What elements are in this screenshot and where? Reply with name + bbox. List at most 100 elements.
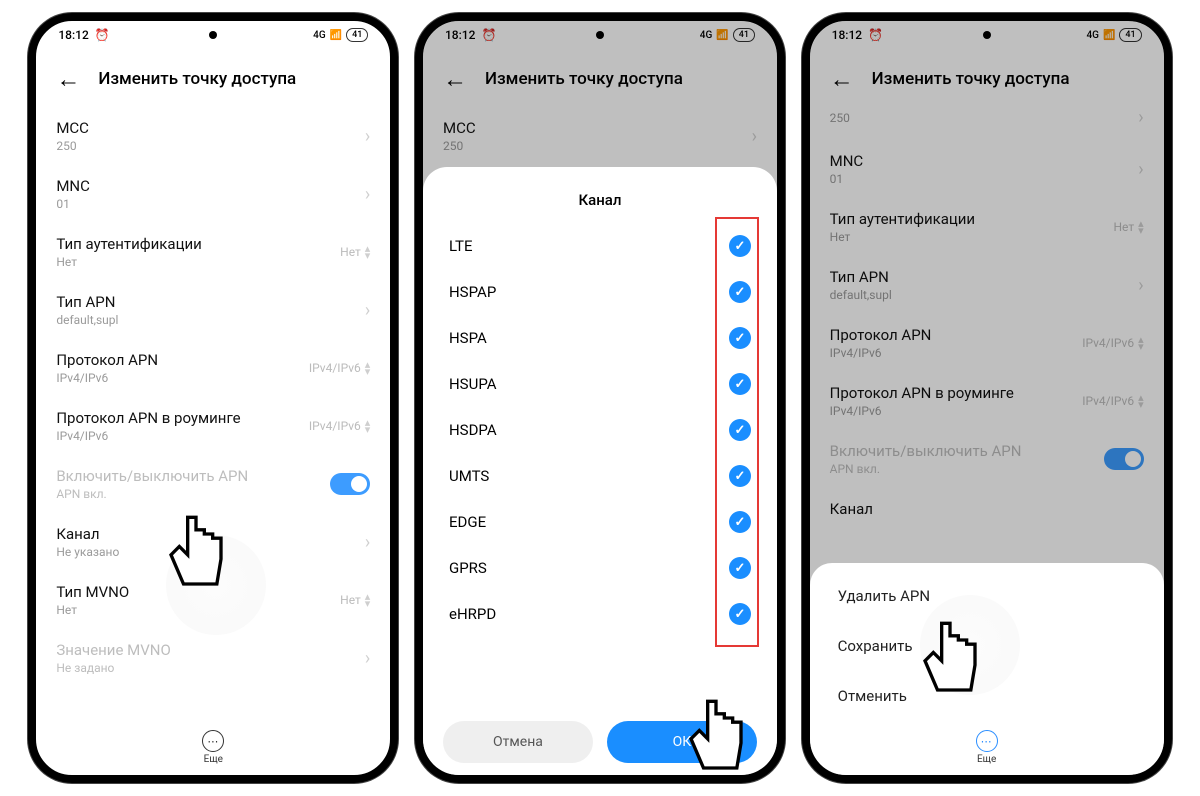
- label: MCC: [56, 119, 89, 137]
- menu-delete-apn[interactable]: Удалить APN: [810, 571, 1164, 621]
- label: Включить/выключить APN: [830, 442, 1022, 460]
- chevron-right-icon: ›: [752, 126, 757, 147]
- row-mnc[interactable]: MNC 01 ›: [56, 165, 370, 223]
- label: MNC: [56, 177, 90, 195]
- page-title: Изменить точку доступа: [872, 69, 1070, 89]
- row-auth-type[interactable]: Тип аутентификации Нет Нет ▴▾: [56, 223, 370, 281]
- row-bearer-cut: Канал: [830, 488, 1144, 530]
- updown-icon: ▴▾: [1138, 220, 1144, 234]
- option-list: LTE✓HSPAP✓HSPA✓HSUPA✓HSDPA✓UMTS✓EDGE✓GPR…: [423, 223, 777, 637]
- status-time: 18:12: [58, 28, 88, 42]
- alarm-icon: ⏰: [868, 28, 883, 42]
- option-edge[interactable]: EDGE✓: [423, 499, 777, 545]
- row-bearer[interactable]: Канал Не указано ›: [56, 513, 370, 571]
- signal-icon: 4G: [313, 30, 326, 41]
- value: Нет: [56, 603, 129, 617]
- value: APN вкл.: [830, 462, 1022, 476]
- value: IPv4/IPv6: [56, 429, 240, 443]
- page-header: ← Изменить точку доступа: [423, 49, 777, 105]
- row-apn-type: Тип APN default,supl ›: [830, 256, 1144, 314]
- option-hspap[interactable]: HSPAP ✓: [423, 269, 777, 315]
- value-right: IPv4/IPv6: [1082, 394, 1134, 408]
- option-gprs[interactable]: GPRS✓: [423, 545, 777, 591]
- status-time: 18:12: [445, 28, 475, 42]
- alarm-icon: ⏰: [95, 28, 110, 42]
- value: Нет: [830, 230, 975, 244]
- option-hspa[interactable]: HSPA✓: [423, 315, 777, 361]
- cancel-button[interactable]: Отмена: [443, 721, 593, 763]
- value: IPv4/IPv6: [830, 404, 1014, 418]
- page-title: Изменить точку доступа: [98, 69, 296, 89]
- chevron-right-icon: ›: [365, 126, 370, 147]
- value: default,supl: [830, 288, 892, 302]
- value: Нет: [56, 255, 201, 269]
- row-apn-protocol-roaming[interactable]: Протокол APN в роуминге IPv4/IPv6 IPv4/I…: [56, 397, 370, 455]
- row-mvno-type[interactable]: Тип MVNO Нет Нет ▴▾: [56, 571, 370, 629]
- check-icon: ✓: [729, 373, 751, 395]
- row-apn-type[interactable]: Тип APN default,supl ›: [56, 281, 370, 339]
- label: Протокол APN: [56, 351, 158, 369]
- ok-button[interactable]: ОК: [607, 721, 757, 763]
- label: Тип MVNO: [56, 583, 129, 601]
- chevron-right-icon: ›: [1138, 159, 1143, 180]
- toggle-switch: [1104, 448, 1144, 470]
- bearer-dialog: Канал LTE✓HSPAP✓HSPA✓HSUPA✓HSDPA✓UMTS✓ED…: [423, 167, 777, 775]
- option-label: HSPAP: [449, 283, 496, 301]
- camera-notch: [209, 31, 217, 39]
- check-icon: ✓: [729, 235, 751, 257]
- check-icon: ✓: [729, 511, 751, 533]
- menu-cancel[interactable]: Отменить: [810, 671, 1164, 721]
- row-apn-protocol[interactable]: Протокол APN IPv4/IPv6 IPv4/IPv6 ▴▾: [56, 339, 370, 397]
- settings-list-bg: 250 › MNC 01 › Тип аутентификации Нет Не…: [810, 105, 1164, 530]
- back-icon[interactable]: ←: [830, 67, 854, 91]
- chevron-right-icon: ›: [1138, 107, 1143, 128]
- status-time: 18:12: [832, 28, 862, 42]
- updown-icon: ▴▾: [365, 245, 371, 259]
- value: 250: [56, 139, 89, 153]
- chevron-right-icon: ›: [365, 532, 370, 553]
- phone-1: 18:12 ⏰ 4G 📶 41 ← Изменить точку доступа…: [28, 13, 398, 783]
- updown-icon: ▴▾: [1138, 394, 1144, 408]
- back-icon[interactable]: ←: [443, 67, 467, 91]
- option-hsdpa[interactable]: HSDPA✓: [423, 407, 777, 453]
- back-icon[interactable]: ←: [56, 67, 80, 91]
- row-auth-type: Тип аутентификации Нет Нет ▴▾: [830, 198, 1144, 256]
- option-lte[interactable]: LTE✓: [423, 223, 777, 269]
- value: default,supl: [56, 313, 118, 327]
- signal-icon: 4G: [1086, 30, 1099, 41]
- check-icon: ✓: [729, 603, 751, 625]
- row-apn-toggle: Включить/выключить APN APN вкл.: [830, 430, 1144, 488]
- value-right: IPv4/IPv6: [309, 361, 361, 375]
- more-button[interactable]: ⋯ Еще: [976, 730, 998, 765]
- option-label: GPRS: [449, 559, 487, 577]
- label: Тип аутентификации: [56, 235, 201, 253]
- value: Не указано: [56, 545, 119, 559]
- updown-icon: ▴▾: [365, 361, 371, 375]
- bottom-bar: ⋯ Еще: [36, 730, 390, 765]
- row-mcc-top: 250 ›: [830, 107, 1144, 140]
- value: APN вкл.: [56, 487, 248, 501]
- menu-save[interactable]: Сохранить: [810, 621, 1164, 671]
- alarm-icon: ⏰: [481, 28, 496, 42]
- label: Тип аутентификации: [830, 210, 975, 228]
- more-button[interactable]: ⋯ Еще: [202, 730, 224, 765]
- value: 250: [443, 139, 476, 153]
- more-label: Еще: [977, 754, 996, 765]
- label: MCC: [443, 119, 476, 137]
- option-hsupa[interactable]: HSUPA✓: [423, 361, 777, 407]
- row-mcc[interactable]: MCC 250 ›: [56, 107, 370, 165]
- row-mnc: MNC 01 ›: [830, 140, 1144, 198]
- label: Тип APN: [830, 268, 892, 286]
- row-mvno-value[interactable]: Значение MVNO Не задано ›: [56, 629, 370, 687]
- toggle-switch[interactable]: [330, 473, 370, 495]
- option-ehrpd[interactable]: eHRPD✓: [423, 591, 777, 637]
- option-umts[interactable]: UMTS✓: [423, 453, 777, 499]
- row-apn-toggle[interactable]: Включить/выключить APN APN вкл.: [56, 455, 370, 513]
- more-icon: ⋯: [976, 730, 998, 752]
- value: 250: [830, 111, 850, 125]
- signal-bars-icon: 📶: [1103, 30, 1115, 41]
- check-icon: ✓: [729, 281, 751, 303]
- dialog-actions: Отмена ОК: [443, 721, 757, 763]
- check-icon: ✓: [729, 465, 751, 487]
- page-header: ← Изменить точку доступа: [810, 49, 1164, 105]
